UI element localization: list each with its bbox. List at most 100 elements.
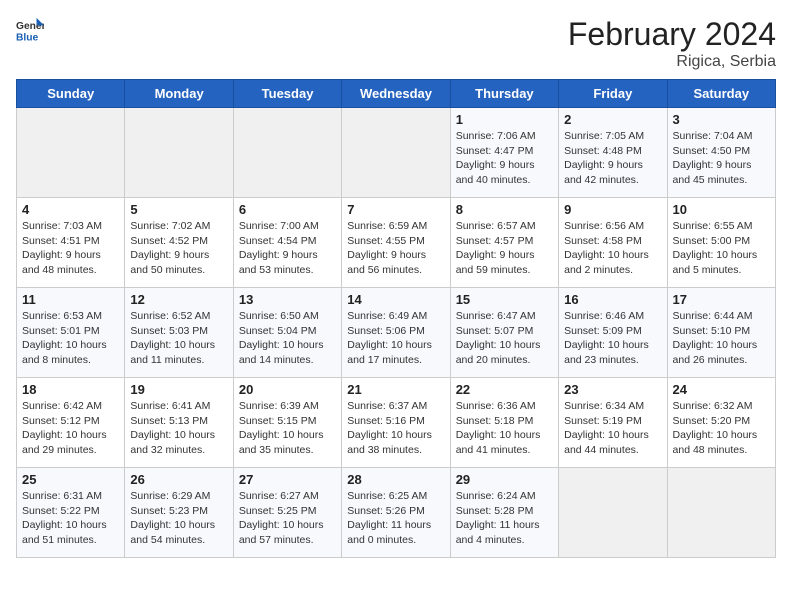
calendar-cell: 25 Sunrise: 6:31 AMSunset: 5:22 PMDayligh… [17,468,125,558]
day-number: 28 [347,472,444,487]
logo-icon: General Blue [16,16,44,44]
day-number: 21 [347,382,444,397]
day-info: Sunrise: 6:52 AMSunset: 5:03 PMDaylight:… [130,309,227,368]
day-info: Sunrise: 6:32 AMSunset: 5:20 PMDaylight:… [673,399,770,458]
day-info: Sunrise: 6:29 AMSunset: 5:23 PMDaylight:… [130,489,227,548]
calendar-cell [667,468,775,558]
day-number: 20 [239,382,336,397]
day-number: 14 [347,292,444,307]
day-info: Sunrise: 6:53 AMSunset: 5:01 PMDaylight:… [22,309,119,368]
column-header-wednesday: Wednesday [342,80,450,108]
day-number: 2 [564,112,661,127]
calendar-cell: 26 Sunrise: 6:29 AMSunset: 5:23 PMDayligh… [125,468,233,558]
day-number: 12 [130,292,227,307]
day-number: 27 [239,472,336,487]
calendar-cell: 27 Sunrise: 6:27 AMSunset: 5:25 PMDayligh… [233,468,341,558]
column-header-sunday: Sunday [17,80,125,108]
calendar-cell: 21Sunrise: 6:37 AMSunset: 5:16 PMDayligh… [342,378,450,468]
calendar-cell: 11 Sunrise: 6:53 AMSunset: 5:01 PMDayligh… [17,288,125,378]
day-number: 1 [456,112,553,127]
day-number: 15 [456,292,553,307]
calendar-body: 1 Sunrise: 7:06 AMSunset: 4:47 PMDaylight… [17,108,776,558]
svg-text:Blue: Blue [16,32,39,43]
logo: General Blue [16,16,44,44]
column-header-friday: Friday [559,80,667,108]
calendar-cell: 13 Sunrise: 6:50 AMSunset: 5:04 PMDayligh… [233,288,341,378]
calendar-cell: 24 Sunrise: 6:32 AMSunset: 5:20 PMDayligh… [667,378,775,468]
day-number: 4 [22,202,119,217]
day-number: 5 [130,202,227,217]
calendar-cell: 5Sunrise: 7:02 AMSunset: 4:52 PMDaylight… [125,198,233,288]
day-info: Sunrise: 6:46 AMSunset: 5:09 PMDaylight:… [564,309,661,368]
day-number: 22 [456,382,553,397]
day-info: Sunrise: 6:56 AMSunset: 4:58 PMDaylight:… [564,219,661,278]
calendar-cell: 10 Sunrise: 6:55 AMSunset: 5:00 PMDayligh… [667,198,775,288]
day-info: Sunrise: 6:44 AMSunset: 5:10 PMDaylight:… [673,309,770,368]
day-info: Sunrise: 6:39 AMSunset: 5:15 PMDaylight:… [239,399,336,458]
calendar-cell: 22 Sunrise: 6:36 AMSunset: 5:18 PMDayligh… [450,378,558,468]
calendar-cell: 29Sunrise: 6:24 AMSunset: 5:28 PMDayligh… [450,468,558,558]
calendar-cell [559,468,667,558]
day-info: Sunrise: 6:27 AMSunset: 5:25 PMDaylight:… [239,489,336,548]
day-number: 23 [564,382,661,397]
calendar-table: SundayMondayTuesdayWednesdayThursdayFrid… [16,79,776,558]
calendar-cell: 9Sunrise: 6:56 AMSunset: 4:58 PMDaylight… [559,198,667,288]
day-info: Sunrise: 6:55 AMSunset: 5:00 PMDaylight:… [673,219,770,278]
calendar-cell: 3Sunrise: 7:04 AMSunset: 4:50 PMDaylight… [667,108,775,198]
day-info: Sunrise: 7:03 AMSunset: 4:51 PMDaylight:… [22,219,119,278]
calendar-cell: 28 Sunrise: 6:25 AMSunset: 5:26 PMDayligh… [342,468,450,558]
week-row-4: 18Sunrise: 6:42 AMSunset: 5:12 PMDayligh… [17,378,776,468]
calendar-cell: 23 Sunrise: 6:34 AMSunset: 5:19 PMDayligh… [559,378,667,468]
day-info: Sunrise: 6:57 AMSunset: 4:57 PMDaylight:… [456,219,553,278]
calendar-cell: 2 Sunrise: 7:05 AMSunset: 4:48 PMDaylight… [559,108,667,198]
day-number: 17 [673,292,770,307]
day-info: Sunrise: 6:41 AMSunset: 5:13 PMDaylight:… [130,399,227,458]
day-number: 8 [456,202,553,217]
day-number: 25 [22,472,119,487]
calendar-cell: 16Sunrise: 6:46 AMSunset: 5:09 PMDayligh… [559,288,667,378]
day-info: Sunrise: 6:36 AMSunset: 5:18 PMDaylight:… [456,399,553,458]
day-number: 10 [673,202,770,217]
calendar-cell: 20 Sunrise: 6:39 AMSunset: 5:15 PMDayligh… [233,378,341,468]
calendar-cell: 14 Sunrise: 6:49 AMSunset: 5:06 PMDayligh… [342,288,450,378]
day-info: Sunrise: 7:06 AMSunset: 4:47 PMDaylight:… [456,129,553,188]
day-info: Sunrise: 7:05 AMSunset: 4:48 PMDaylight:… [564,129,661,188]
day-info: Sunrise: 6:49 AMSunset: 5:06 PMDaylight:… [347,309,444,368]
calendar-cell: 7 Sunrise: 6:59 AMSunset: 4:55 PMDaylight… [342,198,450,288]
day-number: 11 [22,292,119,307]
calendar-cell: 15 Sunrise: 6:47 AMSunset: 5:07 PMDayligh… [450,288,558,378]
calendar-cell [233,108,341,198]
location: Rigica, Serbia [568,53,776,71]
day-info: Sunrise: 6:24 AMSunset: 5:28 PMDaylight:… [456,489,553,548]
column-header-monday: Monday [125,80,233,108]
day-info: Sunrise: 7:00 AMSunset: 4:54 PMDaylight:… [239,219,336,278]
column-headers-row: SundayMondayTuesdayWednesdayThursdayFrid… [17,80,776,108]
day-info: Sunrise: 6:31 AMSunset: 5:22 PMDaylight:… [22,489,119,548]
day-number: 24 [673,382,770,397]
day-info: Sunrise: 6:42 AMSunset: 5:12 PMDaylight:… [22,399,119,458]
day-info: Sunrise: 6:59 AMSunset: 4:55 PMDaylight:… [347,219,444,278]
week-row-2: 4 Sunrise: 7:03 AMSunset: 4:51 PMDaylight… [17,198,776,288]
week-row-1: 1 Sunrise: 7:06 AMSunset: 4:47 PMDaylight… [17,108,776,198]
calendar-cell [342,108,450,198]
day-number: 13 [239,292,336,307]
week-row-3: 11 Sunrise: 6:53 AMSunset: 5:01 PMDayligh… [17,288,776,378]
calendar-cell: 1 Sunrise: 7:06 AMSunset: 4:47 PMDaylight… [450,108,558,198]
calendar-cell: 19 Sunrise: 6:41 AMSunset: 5:13 PMDayligh… [125,378,233,468]
day-info: Sunrise: 6:25 AMSunset: 5:26 PMDaylight:… [347,489,444,548]
day-info: Sunrise: 6:34 AMSunset: 5:19 PMDaylight:… [564,399,661,458]
day-info: Sunrise: 6:47 AMSunset: 5:07 PMDaylight:… [456,309,553,368]
calendar-cell [17,108,125,198]
calendar-cell: 18Sunrise: 6:42 AMSunset: 5:12 PMDayligh… [17,378,125,468]
day-info: Sunrise: 7:04 AMSunset: 4:50 PMDaylight:… [673,129,770,188]
day-number: 7 [347,202,444,217]
title-block: February 2024 Rigica, Serbia [568,16,776,71]
column-header-saturday: Saturday [667,80,775,108]
calendar-cell [125,108,233,198]
day-number: 19 [130,382,227,397]
column-header-thursday: Thursday [450,80,558,108]
day-number: 26 [130,472,227,487]
week-row-5: 25 Sunrise: 6:31 AMSunset: 5:22 PMDayligh… [17,468,776,558]
day-info: Sunrise: 6:50 AMSunset: 5:04 PMDaylight:… [239,309,336,368]
column-header-tuesday: Tuesday [233,80,341,108]
